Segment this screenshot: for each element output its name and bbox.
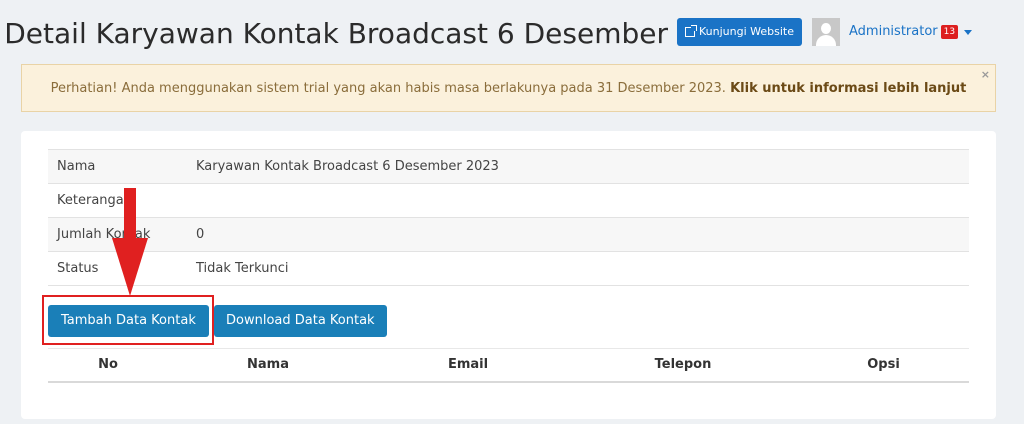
external-link-icon [685,25,697,37]
page-title-text: Detail Karyawan Kontak Broadcast 6 Desem… [4,17,668,50]
close-icon[interactable]: × [981,68,990,81]
detail-row: Keterangan [48,183,969,218]
detail-row: Nama Karyawan Kontak Broadcast 6 Desembe… [48,149,969,184]
user-name[interactable]: Administrator [849,22,938,42]
user-menu[interactable]: Administrator 13 [849,22,973,42]
caret-down-icon[interactable] [964,29,973,35]
detail-value: Karyawan Kontak Broadcast 6 Desember 202… [196,159,499,174]
avatar-body-shape [816,35,836,46]
detail-value: Tidak Terkunci [196,261,289,276]
alert-message: Perhatian! Anda menggunakan sistem trial… [51,81,967,96]
visit-website-label: Kunjungi Website [699,25,794,38]
detail-row: Status Tidak Terkunci [48,251,969,286]
detail-row: Jumlah Kontak 0 [48,217,969,252]
detail-panel: Nama Karyawan Kontak Broadcast 6 Desembe… [21,131,996,419]
avatar[interactable] [812,18,840,46]
visit-website-button[interactable]: Kunjungi Website [677,18,802,46]
detail-value: 0 [196,227,205,242]
detail-value [187,184,969,218]
annotation-highlight-box [42,295,214,345]
alert-text: Perhatian! Anda menggunakan sistem trial… [50,80,726,96]
column-header-nama[interactable]: Nama [168,348,368,383]
detail-label: Nama [57,159,96,174]
detail-table: Nama Karyawan Kontak Broadcast 6 Desembe… [48,149,969,286]
trial-alert: Perhatian! Anda menggunakan sistem trial… [21,64,996,112]
notification-badge: 13 [940,25,959,39]
detail-label: Keterangan [57,193,132,208]
alert-info-link[interactable]: Klik untuk informasi lebih lanjut [730,81,966,96]
column-header-telepon[interactable]: Telepon [568,348,798,383]
detail-label: Status [57,261,99,276]
column-header-opsi[interactable]: Opsi [798,348,969,383]
contacts-table: No Nama Email Telepon Opsi [48,348,969,383]
detail-label: Jumlah Kontak [57,227,151,242]
table-header-row: No Nama Email Telepon Opsi [48,348,969,383]
avatar-head-shape [821,23,831,34]
column-header-no[interactable]: No [48,348,168,383]
column-header-email[interactable]: Email [368,348,568,383]
page-title: Detail Karyawan Kontak Broadcast 6 Desem… [0,12,672,56]
download-contacts-button[interactable]: Download Data Kontak [214,305,387,337]
